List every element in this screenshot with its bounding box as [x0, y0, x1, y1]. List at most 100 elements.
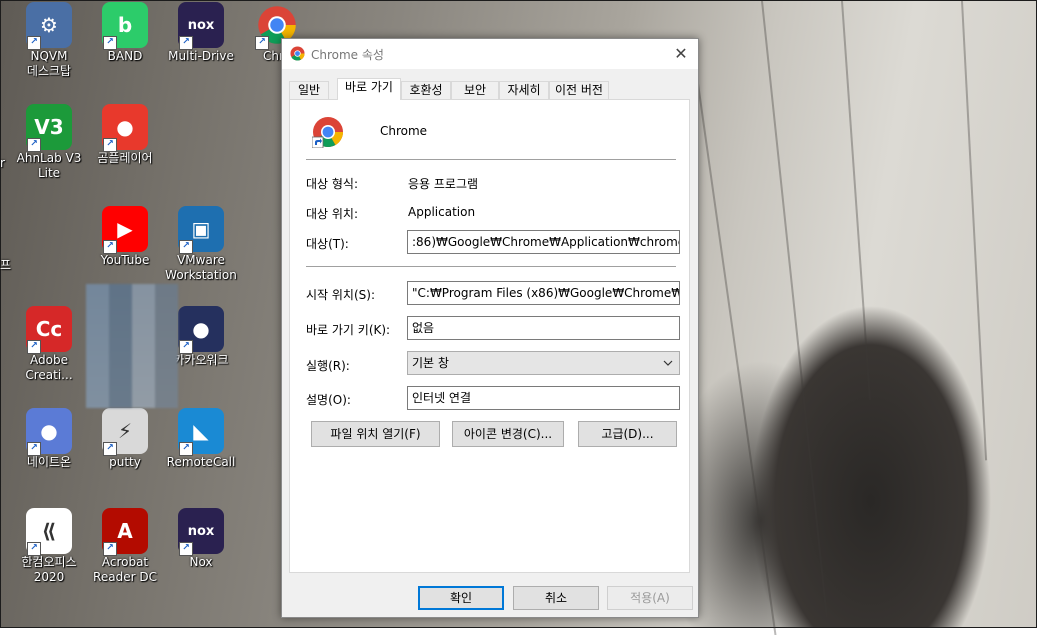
- desktop-icon-label: 곰플레이어: [97, 151, 153, 165]
- hotkey-label: 바로 가기 키(K):: [306, 323, 391, 337]
- app-icon: ● ↗: [26, 408, 72, 456]
- cancel-button[interactable]: 취소: [513, 586, 599, 610]
- desktop-icon-label: Nox: [189, 555, 213, 569]
- shortcut-arrow-icon: ↗: [27, 36, 41, 50]
- app-icon: ⟪ ↗: [26, 508, 72, 556]
- shortcut-arrow-icon: ↗: [27, 340, 41, 354]
- desktop-icon-label: 네이트온: [26, 455, 72, 469]
- advanced-button[interactable]: 고급(D)...: [578, 421, 677, 447]
- rock-streak: [841, 0, 871, 401]
- desktop-icon[interactable]: ◣ ↗ RemoteCall: [162, 408, 240, 470]
- desktop-icon[interactable]: ▶ ↗ YouTube: [86, 206, 164, 268]
- run-select-value: 기본 창: [412, 356, 449, 370]
- cut-label-left: r: [0, 156, 5, 170]
- desktop-icon[interactable]: ⚙ ↗ NQVM 데스크탑: [10, 2, 88, 79]
- separator: [306, 266, 676, 267]
- apply-button[interactable]: 적용(A): [607, 586, 693, 610]
- desktop-icon[interactable]: ● ↗ 곰플레이어: [86, 104, 164, 166]
- tab-shortcut[interactable]: 바로 가기: [337, 78, 401, 100]
- ok-button[interactable]: 확인: [418, 586, 504, 610]
- desktop-icon-label: Acrobat Reader DC: [93, 555, 157, 584]
- shortcut-arrow-icon: ↗: [103, 36, 117, 50]
- chrome-app-icon: [312, 117, 343, 148]
- shortcut-arrow-icon: ↗: [27, 542, 41, 556]
- app-name: Chrome: [380, 124, 428, 138]
- app-icon: nox ↗: [178, 2, 224, 50]
- rock-streak: [691, 40, 777, 635]
- desktop-icon-label: NQVM 데스크탑: [26, 49, 72, 78]
- shortcut-arrow-icon: ↗: [103, 542, 117, 556]
- app-icon: ▣ ↗: [178, 206, 224, 254]
- shortcut-arrow-icon: ↗: [103, 442, 117, 456]
- start-in-label: 시작 위치(S):: [306, 288, 375, 302]
- comment-input[interactable]: 인터넷 연결: [407, 386, 680, 410]
- tab-general[interactable]: 일반: [289, 81, 329, 99]
- shortcut-arrow-icon: ↗: [179, 542, 193, 556]
- desktop-icon[interactable]: ⟪ ↗ 한컴오피스 2020: [10, 508, 88, 585]
- hotkey-input[interactable]: 없음: [407, 316, 680, 340]
- open-file-location-button[interactable]: 파일 위치 열기(F): [311, 421, 440, 447]
- desktop-icon[interactable]: ▣ ↗ VMware Workstation: [162, 206, 240, 283]
- app-icon: ◣ ↗: [178, 408, 224, 456]
- shortcut-arrow-icon: ↗: [179, 240, 193, 254]
- desktop-icon-label: 한컴오피스 2020: [21, 555, 77, 584]
- rock-streak: [761, 0, 828, 618]
- app-icon: ▶ ↗: [102, 206, 148, 254]
- app-icon: ● ↗: [178, 306, 224, 354]
- tab-details[interactable]: 자세히: [499, 81, 549, 99]
- run-label: 실행(R):: [306, 359, 350, 373]
- desktop-icon-label: RemoteCall: [166, 455, 236, 469]
- app-icon: ⚡ ↗: [102, 408, 148, 456]
- desktop-icon-label: Adobe Creati...: [25, 353, 73, 382]
- desktop-icon-label: VMware Workstation: [165, 253, 237, 282]
- comment-label: 설명(O):: [306, 393, 351, 407]
- app-icon: ● ↗: [102, 104, 148, 152]
- tab-compatibility[interactable]: 호환성: [401, 81, 451, 99]
- desktop-icon[interactable]: nox ↗ Nox: [162, 508, 240, 570]
- shortcut-arrow-icon: ↗: [27, 442, 41, 456]
- app-icon: ⚙ ↗: [26, 2, 72, 50]
- pixelated-icon: [86, 284, 178, 408]
- desktop-icon[interactable]: b ↗ BAND: [86, 2, 164, 64]
- shortcut-arrow-icon: ↗: [179, 340, 193, 354]
- desktop-icon[interactable]: ⚡ ↗ putty: [86, 408, 164, 470]
- desktop-icon-label: Multi-Drive: [168, 49, 234, 63]
- app-icon: nox ↗: [178, 508, 224, 556]
- shortcut-arrow-icon: ↗: [103, 138, 117, 152]
- change-icon-button[interactable]: 아이콘 변경(C)...: [452, 421, 564, 447]
- desktop-icon[interactable]: ● ↗ 네이트온: [10, 408, 88, 470]
- app-icon: A ↗: [102, 508, 148, 556]
- desktop-icon[interactable]: V3 ↗ AhnLab V3 Lite: [10, 104, 88, 181]
- desktop-icon[interactable]: Cc ↗ Adobe Creati...: [10, 306, 88, 383]
- run-select[interactable]: 기본 창: [407, 351, 680, 375]
- shortcut-arrow-icon: ↗: [27, 138, 41, 152]
- title-bar[interactable]: Chrome 속성 ✕: [282, 39, 698, 69]
- shortcut-arrow-icon: ↗: [255, 36, 269, 50]
- desktop-icon[interactable]: nox ↗ Multi-Drive: [162, 2, 240, 64]
- target-label: 대상(T):: [306, 237, 349, 251]
- dialog-title: Chrome 속성: [311, 48, 384, 62]
- start-in-input[interactable]: "C:₩Program Files (x86)₩Google₩Chrome₩Ap…: [407, 281, 680, 305]
- target-location-value: Application: [408, 205, 476, 219]
- desktop-icon-label: AhnLab V3 Lite: [16, 151, 82, 180]
- shortcut-arrow-icon: ↗: [179, 442, 193, 456]
- close-button[interactable]: ✕: [664, 39, 698, 69]
- target-type-value: 응용 프로그램: [408, 177, 479, 191]
- tab-previous-versions[interactable]: 이전 버전: [549, 81, 609, 99]
- cut-label-left-2: 프: [0, 258, 12, 272]
- properties-dialog: Chrome 속성 ✕ 일반 바로 가기 호환성 보안 자세히 이전 버전 Ch…: [281, 38, 699, 618]
- shortcut-arrow-icon: ↗: [103, 240, 117, 254]
- shortcut-panel: Chrome 대상 형식: 응용 프로그램 대상 위치: Application…: [289, 99, 690, 573]
- desktop-icon-label: YouTube: [100, 253, 150, 267]
- chrome-icon: [290, 46, 305, 61]
- target-input[interactable]: :86)₩Google₩Chrome₩Application₩chrome.ex…: [407, 230, 680, 254]
- rock-streak: [961, 0, 988, 461]
- app-icon: Cc ↗: [26, 306, 72, 354]
- desktop-icon[interactable]: A ↗ Acrobat Reader DC: [86, 508, 164, 585]
- desktop-icon-label: BAND: [107, 49, 143, 63]
- desktop-icon-label: putty: [109, 455, 141, 469]
- close-icon: ✕: [674, 44, 688, 63]
- separator: [306, 159, 676, 160]
- shortcut-arrow-icon: ↗: [179, 36, 193, 50]
- tab-security[interactable]: 보안: [451, 81, 499, 99]
